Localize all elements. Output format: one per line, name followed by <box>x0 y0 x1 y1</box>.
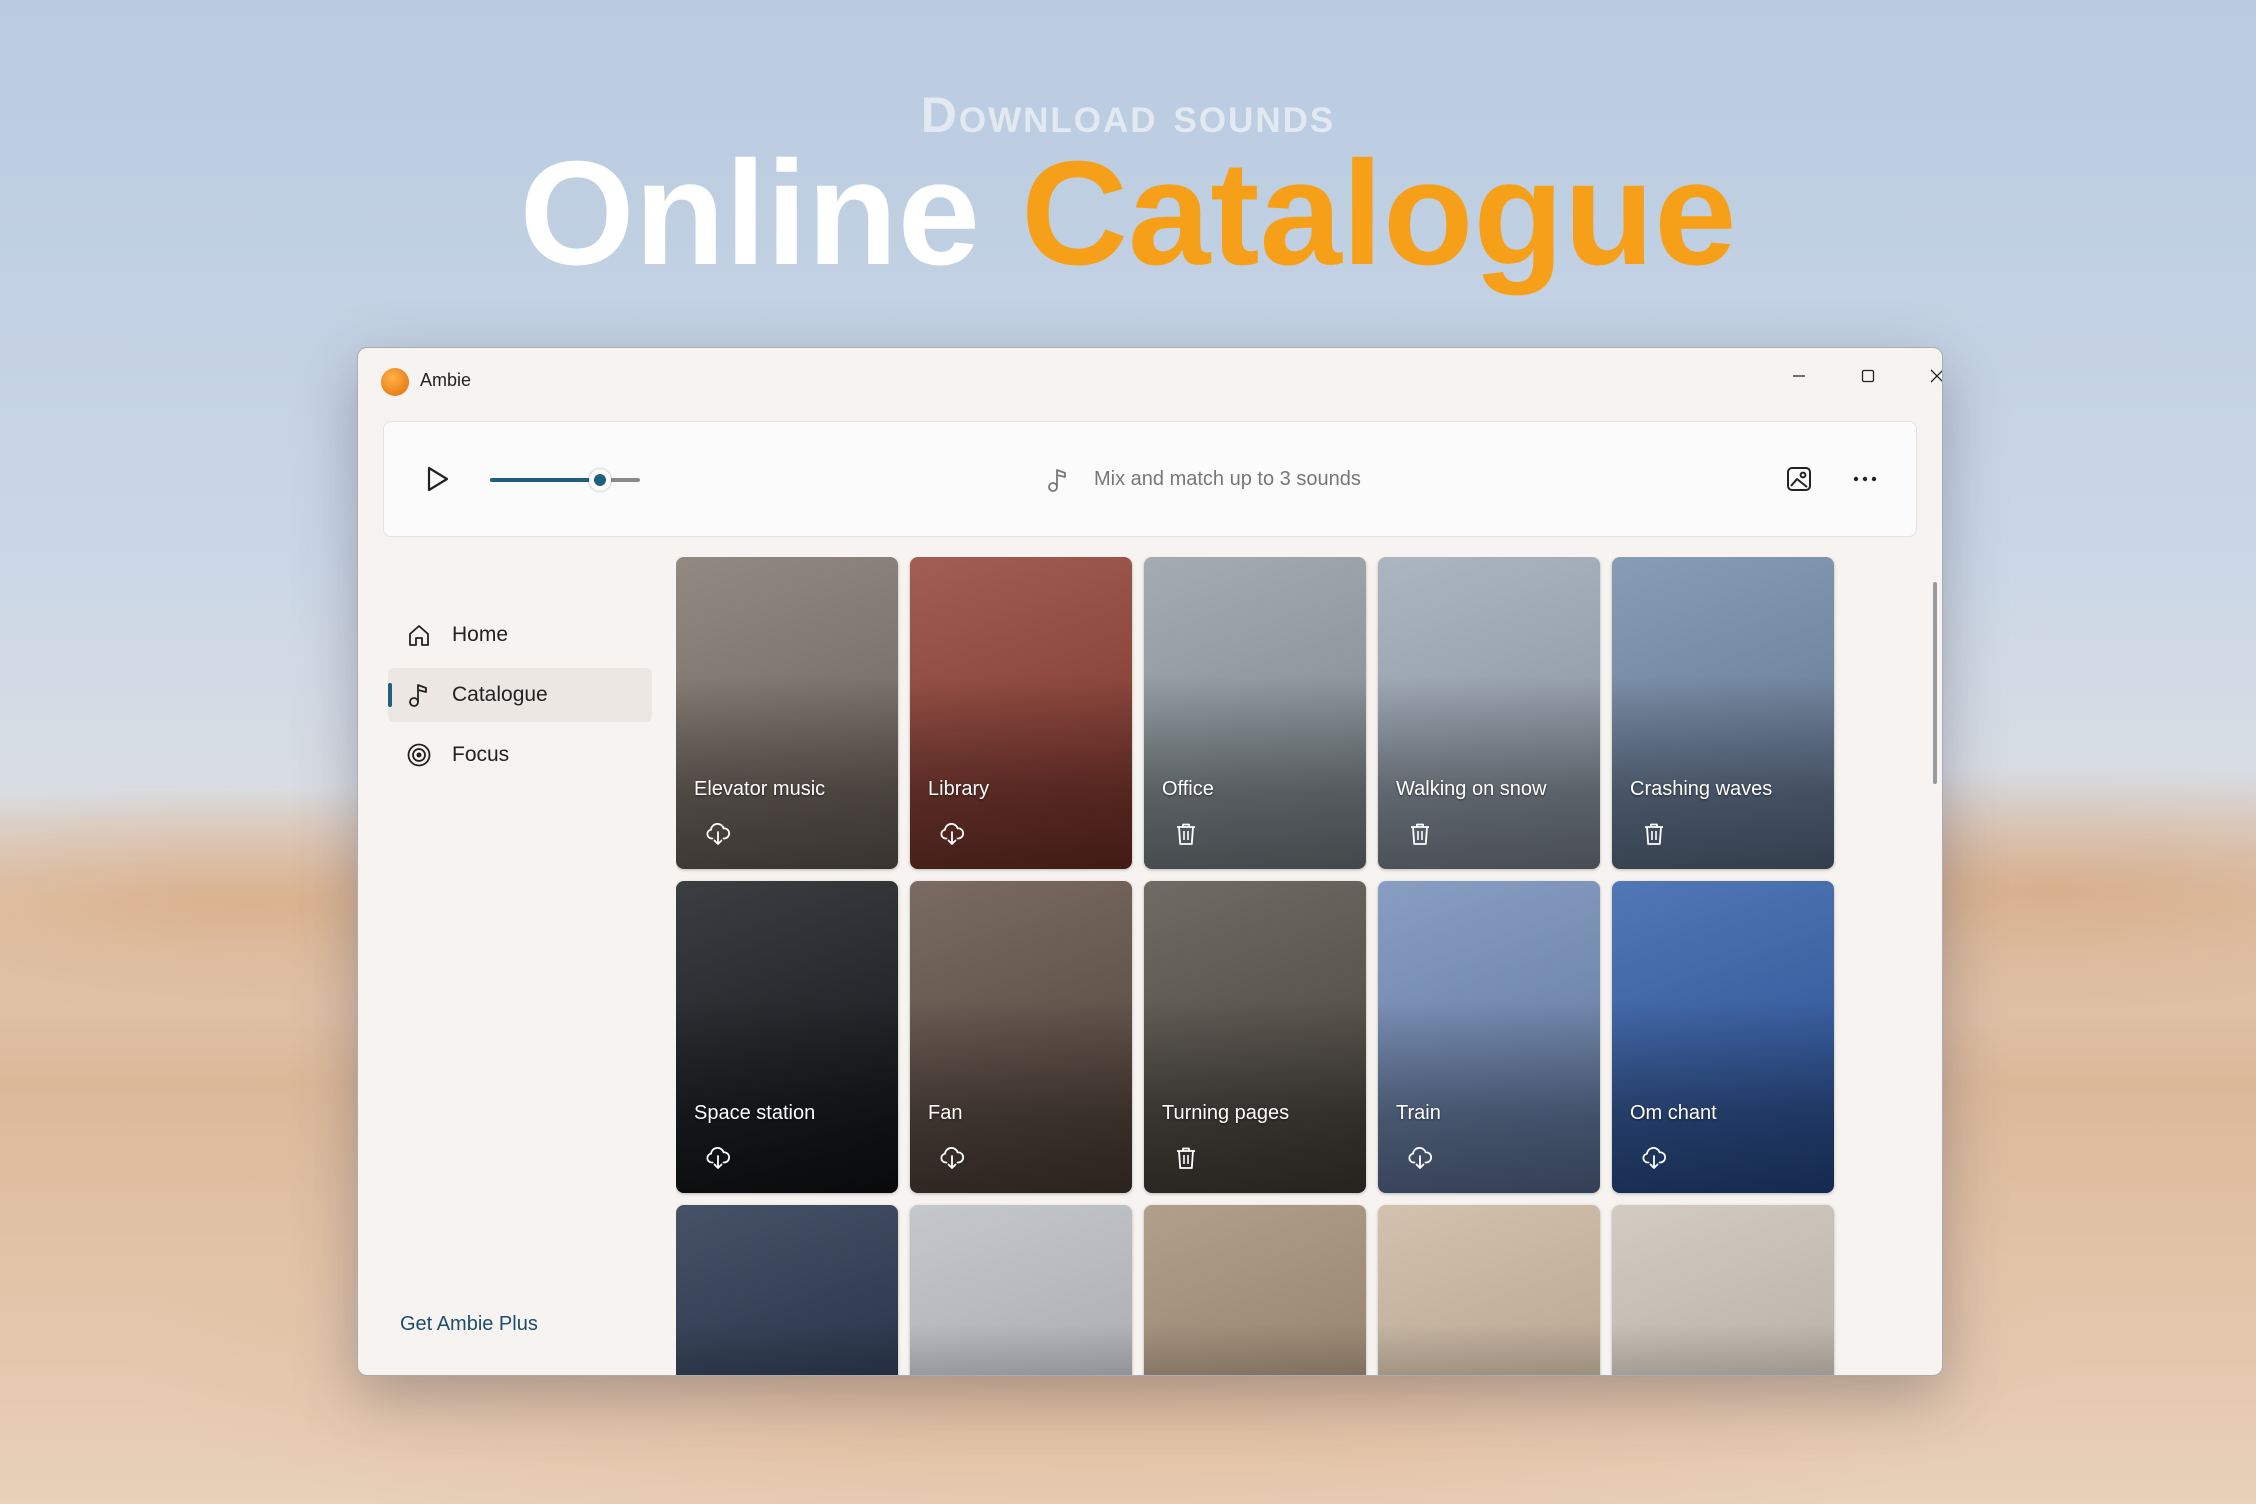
maximize-button[interactable] <box>1838 356 1898 396</box>
app-logo-icon <box>381 368 409 396</box>
app-name: Ambie <box>420 370 472 390</box>
more-icon <box>1853 476 1877 482</box>
sound-card-title: Fan <box>928 1102 963 1124</box>
volume-slider[interactable] <box>490 469 640 491</box>
sound-card-title: Library <box>928 778 990 800</box>
nav-item-label: Catalogue <box>452 683 548 706</box>
sound-card-title: Space station <box>694 1102 816 1124</box>
card-shade <box>676 1323 898 1375</box>
sound-card-title: Om chant <box>1630 1102 1717 1124</box>
sound-card-title: Train <box>1396 1102 1441 1124</box>
get-ambie-plus-link[interactable]: Get Ambie Plus <box>400 1313 538 1336</box>
sound-card[interactable]: Library <box>910 557 1132 869</box>
sound-card[interactable] <box>1378 1205 1600 1375</box>
home-icon <box>402 618 436 652</box>
nav-item-home[interactable]: Home <box>388 608 652 662</box>
sound-card[interactable] <box>676 1205 898 1375</box>
close-button[interactable] <box>1907 356 1942 396</box>
sound-card[interactable]: Turning pages <box>1144 881 1366 1193</box>
sound-card[interactable]: Elevator music <box>676 557 898 869</box>
hero-title-online: Online <box>519 131 980 296</box>
sound-card-title: Crashing waves <box>1630 778 1773 800</box>
sound-card-title: Turning pages <box>1162 1102 1290 1124</box>
card-shade <box>1144 1323 1366 1375</box>
background-image-button[interactable] <box>1780 460 1818 498</box>
card-shade <box>910 1323 1132 1375</box>
delete-icon[interactable] <box>1171 1143 1201 1173</box>
minimize-button[interactable] <box>1769 356 1829 396</box>
volume-fill <box>490 478 600 482</box>
card-shade <box>1612 1323 1834 1375</box>
target-icon <box>402 738 436 772</box>
download-icon[interactable] <box>1405 1143 1435 1173</box>
app-window: Ambie Mix and match up to 3 sounds Home … <box>357 347 1943 1376</box>
sound-card-title: Walking on snow <box>1396 778 1547 800</box>
nav-item-catalogue[interactable]: Catalogue <box>388 668 652 722</box>
hero-title: Online Catalogue <box>0 140 2256 288</box>
maximize-icon <box>1861 369 1875 383</box>
download-icon[interactable] <box>703 1143 733 1173</box>
player-bar: Mix and match up to 3 sounds <box>383 421 1917 537</box>
sound-card-title: Elevator music <box>694 778 826 800</box>
sound-card[interactable] <box>1144 1205 1366 1375</box>
mix-hint-text: Mix and match up to 3 sounds <box>1094 468 1361 490</box>
download-icon[interactable] <box>937 1143 967 1173</box>
sound-card[interactable]: Walking on snow <box>1378 557 1600 869</box>
play-button[interactable] <box>418 460 456 498</box>
close-icon <box>1930 369 1942 383</box>
download-icon[interactable] <box>937 819 967 849</box>
nav-item-label: Focus <box>452 743 510 766</box>
nav-item-label: Home <box>452 623 509 646</box>
minimize-icon <box>1793 375 1805 377</box>
image-icon <box>1787 467 1811 491</box>
nav-item-focus[interactable]: Focus <box>388 728 652 782</box>
more-options-button[interactable] <box>1846 460 1884 498</box>
sound-card[interactable]: Fan <box>910 881 1132 1193</box>
download-icon[interactable] <box>703 819 733 849</box>
sound-card[interactable] <box>1612 1205 1834 1375</box>
card-shade <box>1378 1323 1600 1375</box>
sound-card[interactable] <box>910 1205 1132 1375</box>
sound-card[interactable]: Crashing waves <box>1612 557 1834 869</box>
volume-thumb[interactable] <box>588 469 611 491</box>
music-note-icon <box>402 678 436 712</box>
scrollbar[interactable] <box>1933 582 1937 784</box>
music-note-icon <box>1048 469 1066 492</box>
download-icon[interactable] <box>1639 1143 1669 1173</box>
sound-card[interactable]: Office <box>1144 557 1366 869</box>
sound-card-title: Office <box>1162 778 1214 800</box>
selection-indicator <box>388 683 392 707</box>
sound-card[interactable]: Om chant <box>1612 881 1834 1193</box>
delete-icon[interactable] <box>1639 819 1669 849</box>
sound-card[interactable]: Train <box>1378 881 1600 1193</box>
play-icon <box>427 466 449 492</box>
title-bar[interactable]: Ambie <box>358 348 1942 408</box>
catalogue-grid: Elevator music Library Office Walking on sn… <box>676 557 1856 1375</box>
delete-icon[interactable] <box>1405 819 1435 849</box>
delete-icon[interactable] <box>1171 819 1201 849</box>
hero-title-catalogue: Catalogue <box>1021 131 1737 296</box>
sound-card[interactable]: Space station <box>676 881 898 1193</box>
